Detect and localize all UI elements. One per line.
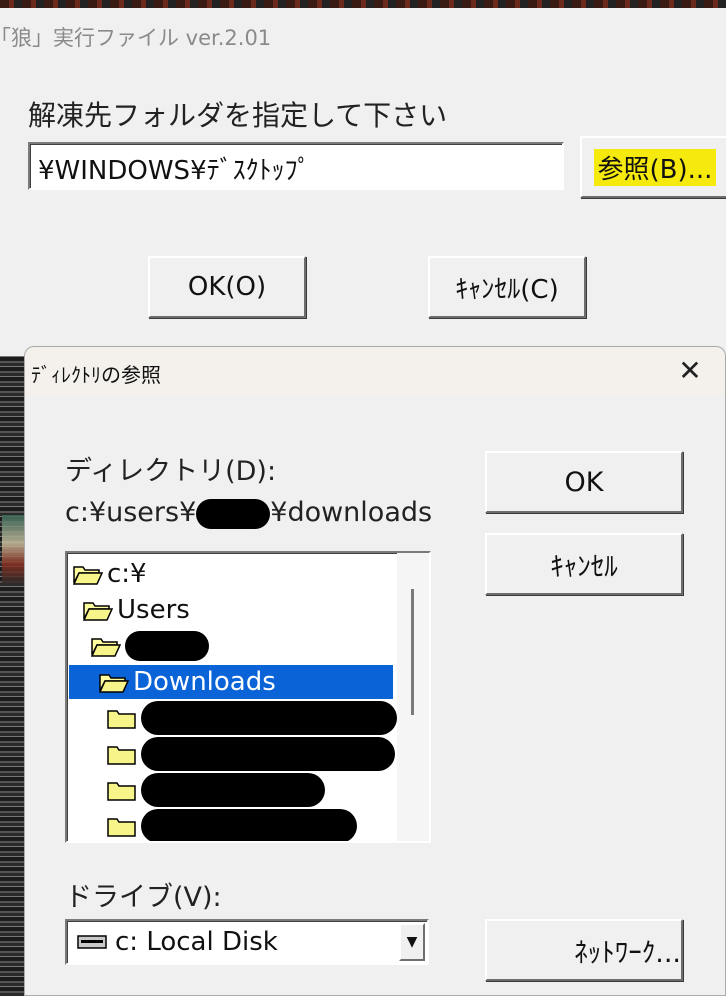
window-title: 「狼」実行ファイル ver.2.01 bbox=[0, 26, 272, 50]
drive-select[interactable]: c: Local Disk ▼ bbox=[65, 919, 429, 965]
dialog-cancel-button[interactable]: ｷｬﾝｾﾙ bbox=[485, 533, 683, 595]
redacted-label bbox=[141, 737, 395, 771]
folder-icon bbox=[107, 818, 136, 837]
redacted-label bbox=[141, 809, 357, 841]
directory-label: ディレクトリ(D): bbox=[65, 456, 277, 487]
close-icon[interactable]: ✕ bbox=[673, 355, 707, 387]
folder-icon bbox=[107, 782, 136, 801]
destination-prompt: 解凍先フォルダを指定して下さい bbox=[28, 99, 448, 132]
dialog-ok-button[interactable]: OK bbox=[485, 451, 683, 513]
directory-browse-dialog: ﾃﾞｨﾚｸﾄﾘの参照 ✕ ディレクトリ(D): c:¥users¥ ¥downlo… bbox=[24, 346, 726, 996]
ok-button[interactable]: OK(O) bbox=[148, 256, 306, 318]
tree-item-label: Users bbox=[117, 595, 190, 625]
dialog-title: ﾃﾞｨﾚｸﾄﾘの参照 bbox=[31, 363, 161, 387]
destination-path-input[interactable]: ¥WINDOWS¥ﾃﾞｽｸﾄｯﾌﾟ bbox=[28, 142, 564, 190]
directory-tree[interactable]: c:¥ Users Downloads bbox=[65, 551, 431, 843]
tree-item-users[interactable]: Users bbox=[83, 593, 190, 627]
redacted-label bbox=[125, 631, 209, 661]
open-folder-icon bbox=[83, 602, 113, 621]
tree-item-label: c:¥ bbox=[107, 559, 147, 589]
browse-button[interactable]: 参照(B)... bbox=[580, 136, 726, 198]
extractor-window: 「狼」実行ファイル ver.2.01 解凍先フォルダを指定して下さい ¥WIND… bbox=[0, 8, 726, 356]
drive-icon bbox=[77, 935, 107, 949]
background-figure bbox=[2, 515, 24, 585]
redacted-label bbox=[141, 773, 325, 807]
tree-item-user-folder[interactable] bbox=[91, 629, 209, 663]
open-folder-icon bbox=[99, 674, 129, 693]
tree-item-root[interactable]: c:¥ bbox=[73, 557, 147, 591]
current-path: c:¥users¥ ¥downloads bbox=[65, 497, 432, 529]
network-button[interactable]: ﾈｯﾄﾜｰｸ... bbox=[485, 919, 683, 981]
background-top-strip bbox=[0, 0, 726, 8]
browse-button-label: 参照(B)... bbox=[593, 148, 717, 186]
cancel-button[interactable]: ｷｬﾝｾﾙ(C) bbox=[428, 256, 586, 318]
background-left-strip bbox=[0, 355, 26, 996]
tree-scrollbar-thumb[interactable] bbox=[411, 589, 414, 715]
redacted-username bbox=[196, 498, 271, 529]
current-path-prefix: c:¥users¥ bbox=[65, 497, 197, 528]
tree-item-subfolder[interactable] bbox=[107, 737, 395, 771]
folder-icon bbox=[107, 746, 136, 765]
redacted-label bbox=[141, 701, 397, 735]
tree-item-downloads[interactable]: Downloads bbox=[69, 665, 393, 699]
drive-select-value: c: Local Disk bbox=[115, 927, 278, 957]
open-folder-icon bbox=[91, 638, 121, 657]
folder-icon bbox=[107, 710, 136, 729]
tree-item-subfolder[interactable] bbox=[107, 701, 397, 735]
chevron-down-icon[interactable]: ▼ bbox=[399, 923, 425, 961]
tree-item-subfolder[interactable] bbox=[107, 773, 325, 807]
tree-item-label: Downloads bbox=[133, 667, 276, 697]
tree-item-subfolder[interactable] bbox=[107, 809, 357, 841]
dialog-titlebar[interactable]: ﾃﾞｨﾚｸﾄﾘの参照 ✕ bbox=[25, 347, 725, 395]
open-folder-icon bbox=[73, 566, 103, 585]
drive-label: ドライブ(V): bbox=[65, 882, 222, 913]
current-path-suffix: ¥downloads bbox=[270, 497, 433, 528]
